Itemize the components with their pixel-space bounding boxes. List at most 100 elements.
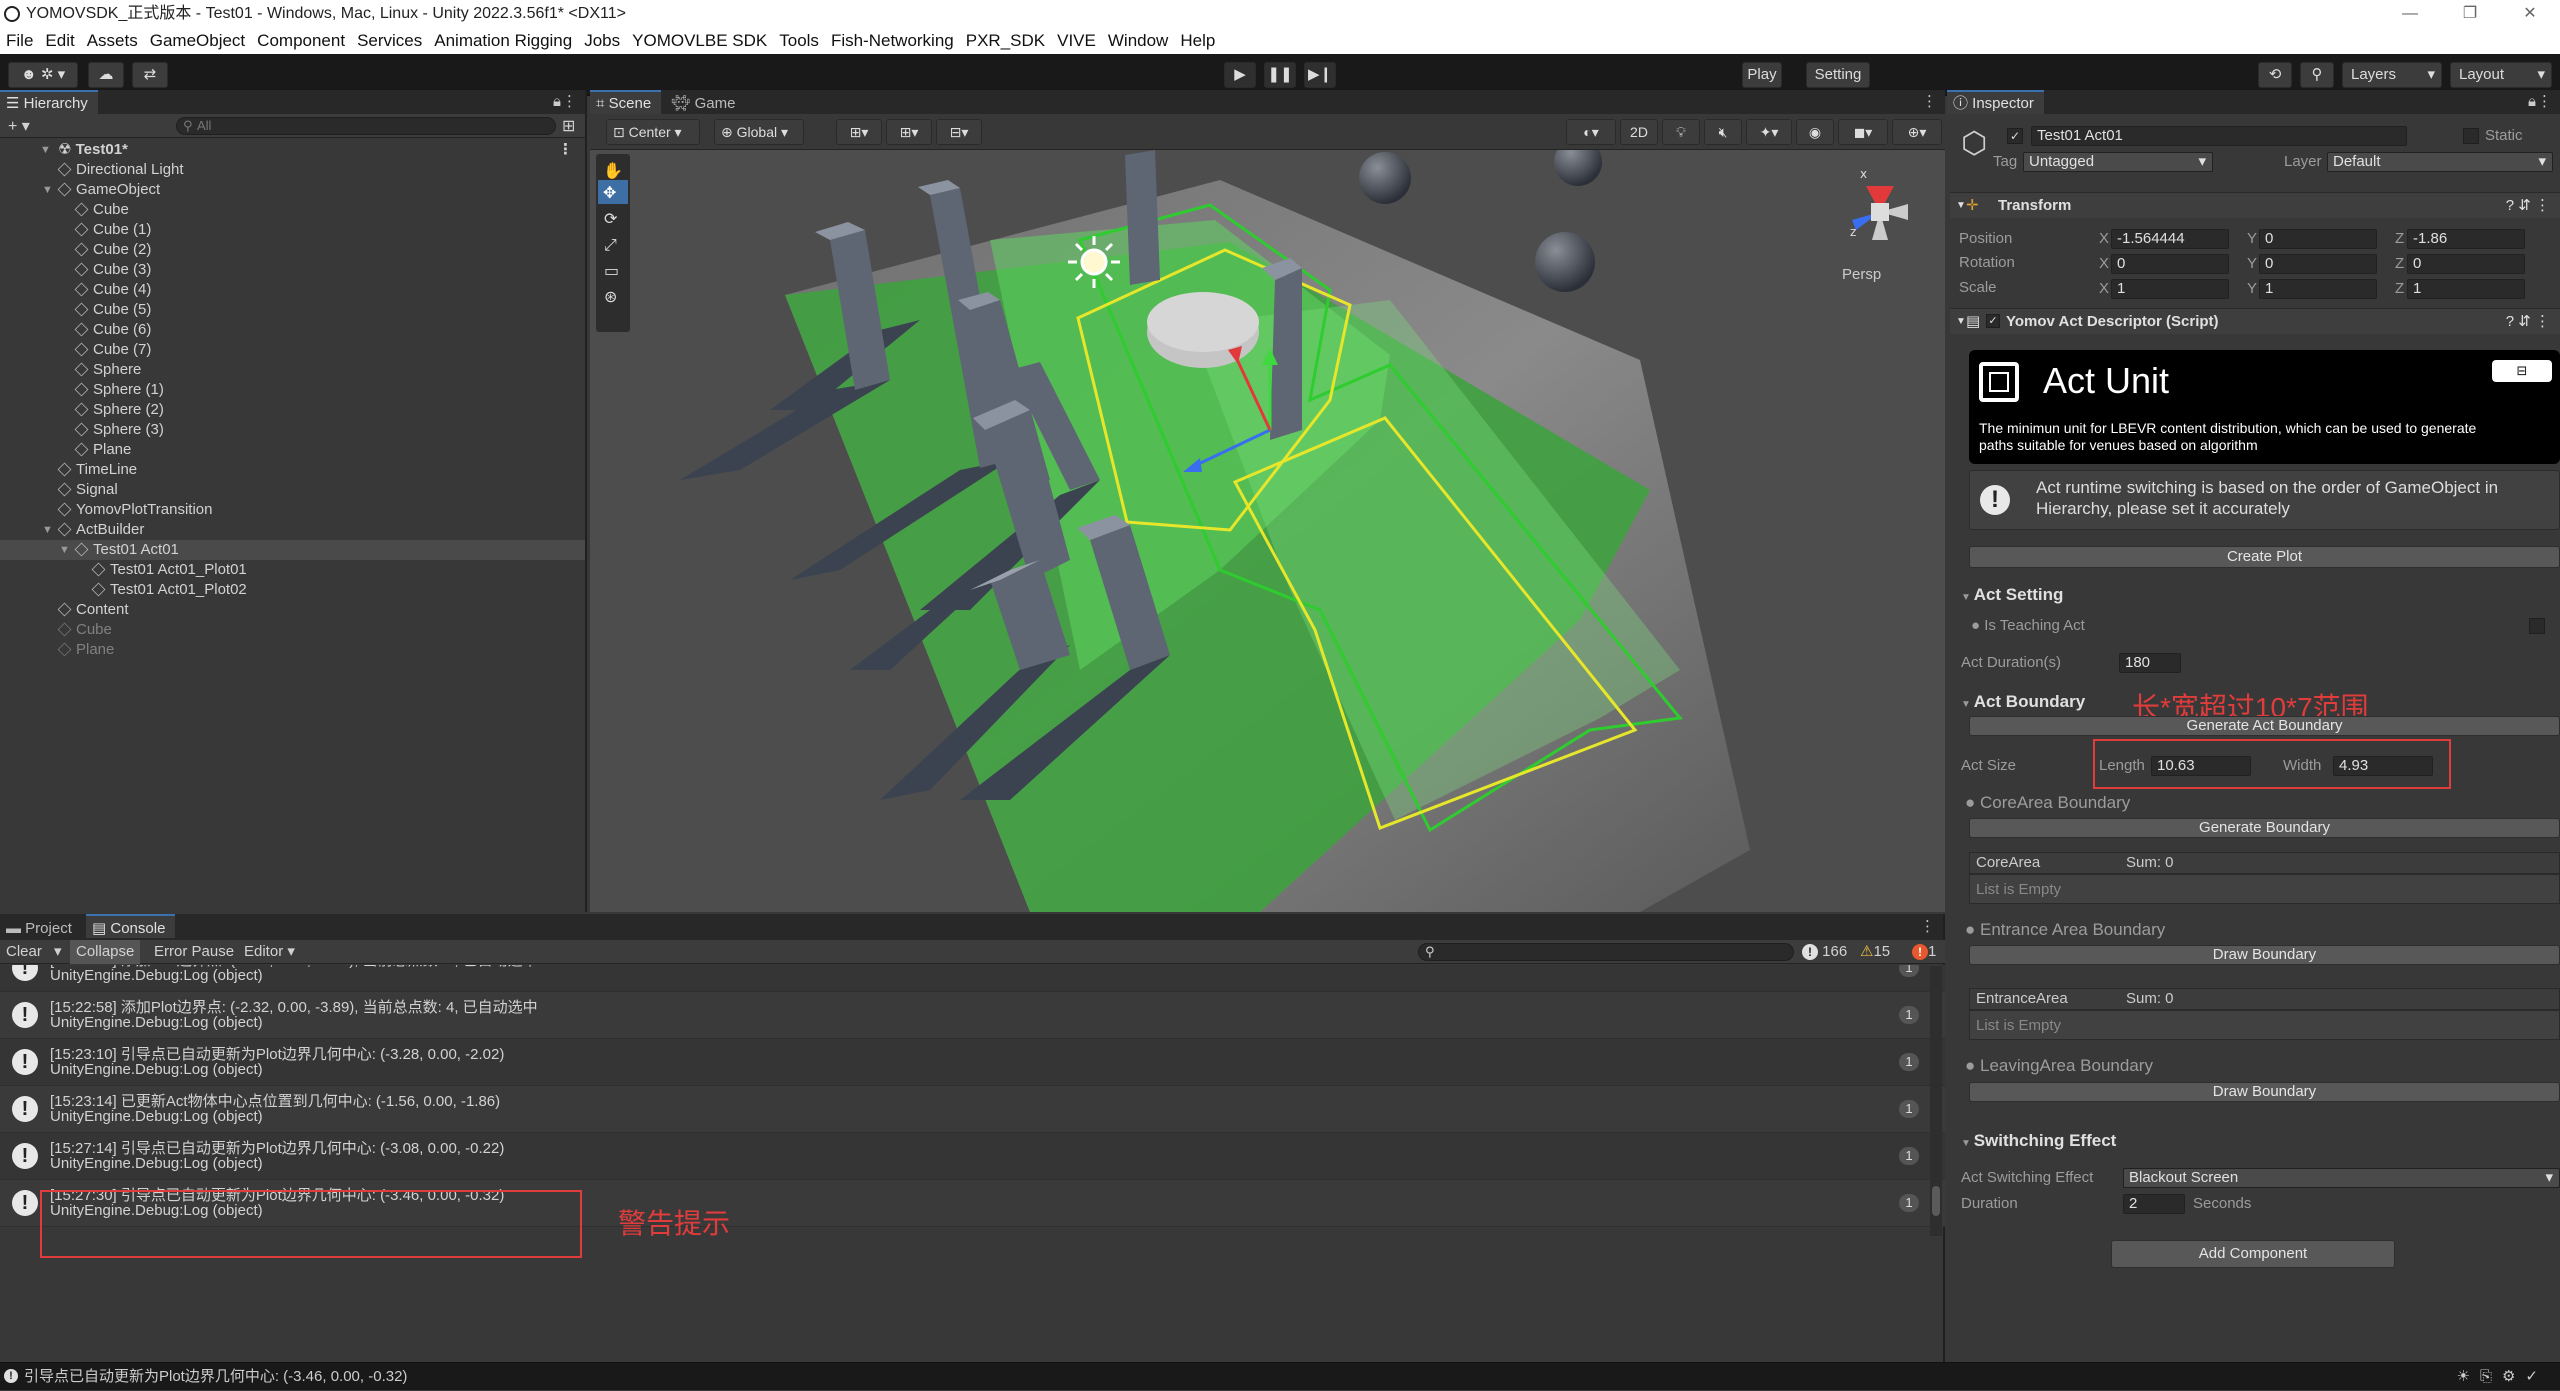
shading-mode-icon[interactable]: ◐▾ <box>1566 119 1616 145</box>
hierarchy-item[interactable]: Plane <box>0 640 585 660</box>
create-plot-button[interactable]: Create Plot <box>1969 546 2560 568</box>
act-boundary-heading[interactable]: ▼ Act Boundary <box>1961 691 2085 716</box>
menu-item-animation-rigging[interactable]: Animation Rigging <box>434 28 572 54</box>
menu-item-services[interactable]: Services <box>357 28 422 54</box>
pause-icon[interactable]: ❚❚ <box>1264 62 1296 88</box>
editor-dropdown[interactable]: Editor ▾ <box>244 940 295 964</box>
clear-dropdown-icon[interactable]: ▾ <box>54 940 62 964</box>
menu-item-vive[interactable]: VIVE <box>1057 28 1096 54</box>
scene-view[interactable]: ✋ ✥ ⟳ ⤢ ▭ ⊛ z x Persp <box>590 150 1945 912</box>
object-name-field[interactable]: Test01 Act01 <box>2031 126 2407 146</box>
script-enabled-checkbox[interactable]: ✓ <box>1986 314 2000 328</box>
transform-header[interactable]: ▼ ✛ Transform ? ⇵ ⋮ <box>1950 192 2560 218</box>
position-y-label[interactable]: Y <box>2247 229 2257 249</box>
status-icons[interactable]: ☀⎘⚙✓ <box>2457 1363 2548 1391</box>
scene-viewport[interactable]: ✋ ✥ ⟳ ⤢ ▭ ⊛ z x <box>590 150 1945 912</box>
switching-effect-heading[interactable]: ▼ Swithching Effect <box>1961 1130 2116 1155</box>
hierarchy-item[interactable]: Sphere (1) <box>0 380 585 400</box>
console-scrollbar[interactable] <box>1930 966 1942 1236</box>
increment-icon[interactable]: ⊟▾ <box>936 119 982 145</box>
console-search-input[interactable]: ⚲ <box>1418 943 1794 961</box>
persp-label[interactable]: Persp <box>1842 266 1881 283</box>
hierarchy-item[interactable]: Cube (3) <box>0 260 585 280</box>
hierarchy-item[interactable]: Cube (6) <box>0 320 585 340</box>
audio-icon[interactable]: 🔇︎ <box>1704 119 1742 145</box>
hierarchy-item[interactable]: Test01 Act01_Plot01 <box>0 560 585 580</box>
layout-dropdown[interactable]: Layout ▾ <box>2450 62 2552 88</box>
search-icon[interactable]: ⚲ <box>2300 62 2334 88</box>
hierarchy-item[interactable]: Cube (2) <box>0 240 585 260</box>
maximize-button[interactable]: ❐ <box>2440 0 2500 28</box>
hierarchy-item[interactable]: Sphere (3) <box>0 420 585 440</box>
console-log-row[interactable]: ! [15:27:14] 引导点已自动更新为Plot边界几何中心: (-3.08,… <box>0 1133 1945 1180</box>
hierarchy-item[interactable]: Sphere <box>0 360 585 380</box>
hierarchy-item[interactable]: TimeLine <box>0 460 585 480</box>
lock-icon[interactable]: 🔒︎ <box>553 90 561 114</box>
info-count-badge[interactable]: ! 166 <box>1802 940 1847 964</box>
error-count-badge[interactable]: ! 1 <box>1912 940 1936 964</box>
menu-item-component[interactable]: Component <box>257 28 345 54</box>
position-x-label[interactable]: X <box>2099 229 2109 249</box>
history-icon[interactable]: ⟲ <box>2258 62 2292 88</box>
hierarchy-item[interactable]: ▼ Test01 Act01 <box>0 540 585 560</box>
more-icon[interactable]: ⋮ <box>562 90 577 114</box>
expand-arrow-icon[interactable]: ▼ <box>42 180 53 200</box>
play-button[interactable]: Play <box>1742 62 1782 88</box>
layers-dropdown[interactable]: Layers ▾ <box>2342 62 2442 88</box>
hierarchy-item[interactable]: Directional Light <box>0 160 585 180</box>
rotation-z-label[interactable]: Z <box>2395 254 2404 274</box>
expand-arrow-icon[interactable]: ▼ <box>42 520 53 540</box>
menu-item-tools[interactable]: Tools <box>779 28 819 54</box>
hierarchy-item[interactable]: ▼ GameObject <box>0 180 585 200</box>
scale-x-label[interactable]: X <box>2099 279 2109 299</box>
console-log-row[interactable]: ![15:22:57] 添加Plot边界点: (-4.57, 0.00, -3.… <box>0 965 1945 992</box>
more-icon[interactable]: ⋮ <box>1920 914 1935 940</box>
menu-item-gameobject[interactable]: GameObject <box>150 28 245 54</box>
console-log-row[interactable]: ! [15:23:14] 已更新Act物体中心点位置到几何中心: (-1.56, … <box>0 1086 1945 1133</box>
rotation-x-label[interactable]: X <box>2099 254 2109 274</box>
menu-item-file[interactable]: File <box>6 28 33 54</box>
warn-count-badge[interactable]: ⚠15 <box>1860 940 1890 964</box>
active-checkbox[interactable]: ✓ <box>2007 128 2023 144</box>
tab-scene[interactable]: ⌗ Scene <box>590 90 662 114</box>
menu-item-help[interactable]: Help <box>1180 28 1215 54</box>
tab-hierarchy[interactable]: ☰ Hierarchy <box>0 90 98 114</box>
error-pause-toggle[interactable]: Error Pause <box>154 940 234 964</box>
menu-item-jobs[interactable]: Jobs <box>584 28 620 54</box>
step-icon[interactable]: ▶❙ <box>1304 62 1336 88</box>
layer-dropdown[interactable]: Default ▾ <box>2327 152 2553 172</box>
hierarchy-item[interactable]: Cube <box>0 620 585 640</box>
hierarchy-item[interactable]: Cube (7) <box>0 340 585 360</box>
minimize-button[interactable]: — <box>2380 0 2440 28</box>
menu-item-pxr-sdk[interactable]: PXR_SDK <box>966 28 1045 54</box>
draw-entrance-boundary-button[interactable]: Draw Boundary <box>1969 945 2560 965</box>
scale-z-label[interactable]: Z <box>2395 279 2404 299</box>
generate-act-boundary-button[interactable]: Generate Act Boundary <box>1969 716 2560 736</box>
snap-icon[interactable]: ⊞▾ <box>836 119 882 145</box>
menu-item-assets[interactable]: Assets <box>87 28 138 54</box>
more-icon[interactable]: ⋮ <box>2537 90 2552 114</box>
scale-z-field[interactable]: 1 <box>2407 279 2525 299</box>
static-checkbox[interactable] <box>2463 128 2479 144</box>
scale-x-field[interactable]: 1 <box>2111 279 2229 299</box>
scale-y-field[interactable]: 1 <box>2259 279 2377 299</box>
position-x-field[interactable]: -1.564444 <box>2111 229 2229 249</box>
scale-y-label[interactable]: Y <box>2247 279 2257 299</box>
draw-leaving-boundary-button[interactable]: Draw Boundary <box>1969 1082 2560 1102</box>
tab-project[interactable]: ▬ Project <box>0 914 82 938</box>
visibility-icon[interactable]: ◉ <box>1796 119 1834 145</box>
toggle-2d-button[interactable]: 2D <box>1620 119 1658 145</box>
tab-inspector[interactable]: ⓘ Inspector <box>1947 90 2044 114</box>
camera-icon[interactable]: ◼▾ <box>1838 119 1888 145</box>
hierarchy-item[interactable]: ▼ ActBuilder <box>0 520 585 540</box>
act-duration-field[interactable]: 180 <box>2119 653 2181 673</box>
play-icon[interactable]: ▶ <box>1224 62 1256 88</box>
component-menu-icon[interactable]: ? ⇵ ⋮ <box>2506 309 2550 335</box>
position-z-field[interactable]: -1.86 <box>2407 229 2525 249</box>
position-z-label[interactable]: Z <box>2395 229 2404 249</box>
hierarchy-item[interactable]: Plane <box>0 440 585 460</box>
component-menu-icon[interactable]: ? ⇵ ⋮ <box>2506 193 2550 219</box>
collapse-toggle[interactable]: Collapse <box>70 940 141 964</box>
is-teaching-checkbox[interactable] <box>2529 618 2545 634</box>
rotation-x-field[interactable]: 0 <box>2111 254 2229 274</box>
